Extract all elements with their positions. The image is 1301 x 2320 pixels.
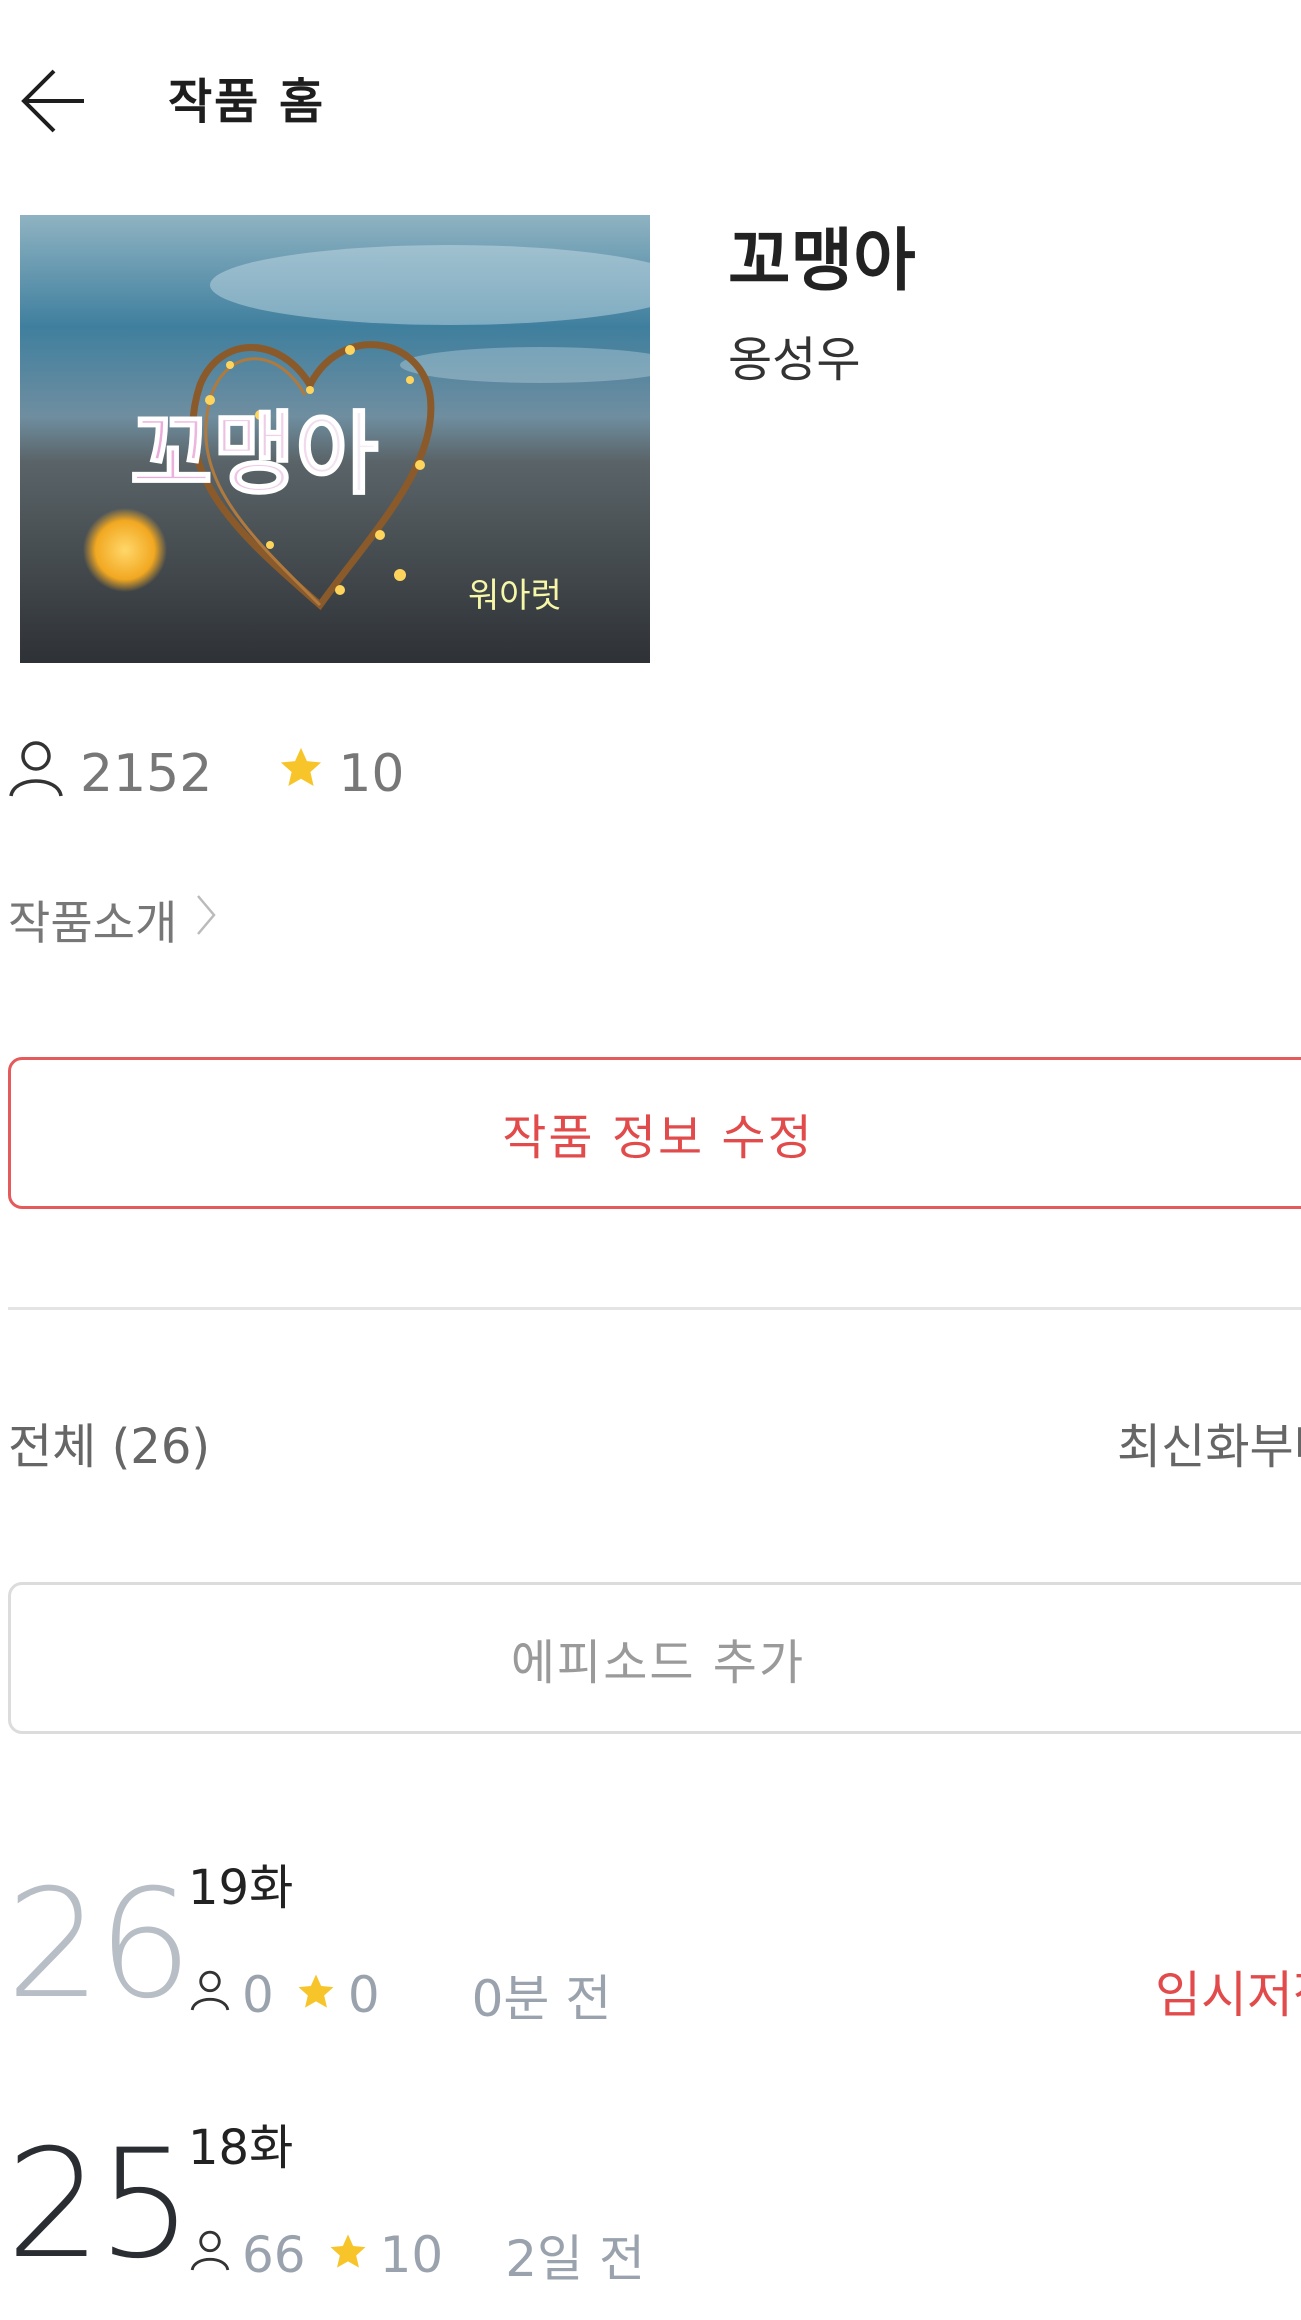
episode-title: 18화 [188,2120,294,2176]
episode-meta: 0 0 0분 전 [190,1960,611,2030]
star-icon [278,744,324,804]
chevron-right-icon [195,893,217,948]
star-icon [328,2226,368,2284]
person-icon [190,2226,230,2284]
cover-image[interactable]: 꼬맹아 워아럿 [20,215,650,663]
work-intro-link[interactable]: 작품소개 [8,890,217,950]
page-title: 작품 홈 [168,74,326,130]
edit-work-info-button[interactable]: 작품 정보 수정 [8,1057,1301,1209]
episode-meta: 66 10 2일 전 [190,2220,645,2290]
episode-views: 66 [242,2226,306,2284]
episode-row[interactable]: 25 18화 66 10 2일 전 [0,2100,1301,2320]
episode-row[interactable]: 26 19화 0 0 0분 전 임시저장 [0,1840,1301,2060]
draft-status-badge: 임시저장 [1155,1966,1301,2024]
section-divider [8,1307,1301,1310]
svg-text:꼬맹아: 꼬맹아 [130,402,378,507]
episode-rating: 10 [379,2226,444,2284]
episode-total-count: 전체 (26) [8,1419,211,1475]
episode-time: 0분 전 [471,1970,612,2028]
episode-title: 19화 [188,1860,294,1916]
person-icon [8,738,64,811]
episode-number: 25 [6,2118,193,2292]
episode-number: 26 [6,1858,193,2032]
star-icon [296,1966,336,2024]
episode-views: 0 [242,1966,274,2024]
rating-value: 10 [338,744,405,804]
back-button[interactable] [20,68,86,134]
work-title: 꼬맹아 [728,222,916,301]
episode-rating: 0 [347,1966,380,2024]
work-intro-label: 작품소개 [8,896,178,950]
work-stats: 2152 10 [8,740,405,806]
person-icon [190,1966,230,2024]
author-name: 옹성우 [728,332,861,388]
add-episode-button[interactable]: 에피소드 추가 [8,1582,1301,1734]
episode-time: 2일 전 [505,2230,645,2288]
sort-latest-button[interactable]: 최신화부터 [1117,1415,1301,1479]
back-arrow-icon [21,69,84,133]
svg-text:워아럿: 워아럿 [468,576,562,616]
cover-illustration: 꼬맹아 워아럿 [20,215,650,663]
views-count: 2152 [80,744,213,804]
